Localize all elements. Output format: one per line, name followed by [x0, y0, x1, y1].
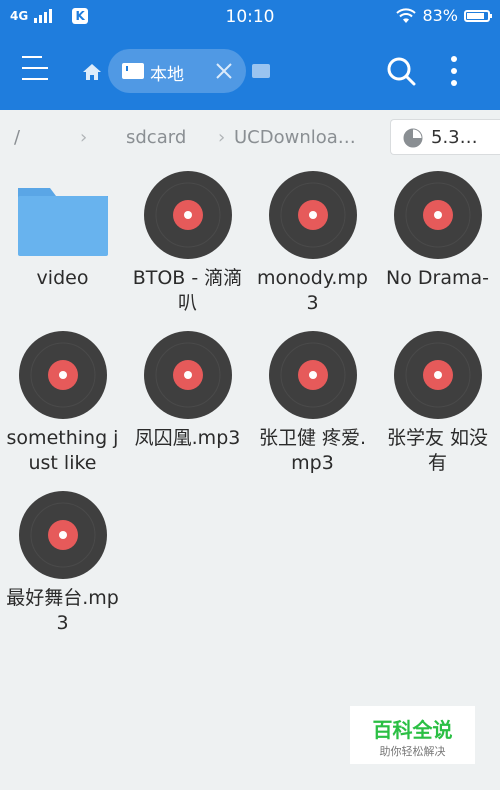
wifi-icon [396, 7, 417, 23]
music-disc-icon [394, 331, 482, 419]
file-item[interactable]: BTOB - 滴滴叭 [125, 170, 250, 320]
music-disc-icon [144, 171, 232, 259]
sdcard-icon [122, 63, 144, 79]
battery-fill [467, 12, 484, 19]
file-item[interactable]: 最好舞台.mp3 [0, 490, 125, 640]
battery-icon [464, 9, 492, 22]
pie-chart-icon [403, 128, 423, 148]
music-disc-icon [19, 491, 107, 579]
battery-percent: 83% [422, 6, 458, 25]
folder-icon [18, 188, 108, 256]
music-disc-icon [269, 171, 357, 259]
file-item[interactable]: video [0, 170, 125, 320]
file-item[interactable]: something just like [0, 330, 125, 480]
music-disc-icon [19, 331, 107, 419]
tab-local[interactable]: 本地 [108, 49, 246, 93]
watermark-logo: 百科全说 助你轻松解决 [350, 706, 475, 764]
close-icon[interactable] [214, 61, 234, 81]
file-name: 张卫健 疼爱.mp3 [258, 427, 367, 474]
file-item[interactable]: monody.mp3 [250, 170, 375, 320]
breadcrumb-ucdownload[interactable]: UCDownloa… [234, 127, 356, 148]
file-item[interactable]: No Drama- [375, 170, 500, 320]
storage-usage-button[interactable]: 5.3… [390, 119, 500, 155]
music-disc-icon [394, 171, 482, 259]
search-icon[interactable] [386, 56, 416, 86]
chevron-right-icon: › [80, 127, 88, 148]
more-options-icon[interactable] [446, 54, 462, 88]
file-name: something just like [6, 427, 119, 474]
file-name: 最好舞台.mp3 [6, 587, 119, 634]
file-item[interactable]: 张卫健 疼爱.mp3 [250, 330, 375, 480]
breadcrumb-sdcard[interactable]: sdcard [126, 127, 186, 148]
app-bar: 本地 [0, 34, 500, 110]
file-name: monody.mp3 [256, 267, 368, 314]
file-item[interactable]: 张学友 如没有 [375, 330, 500, 480]
file-name: No Drama- [386, 267, 489, 289]
storage-tab-icon[interactable] [252, 64, 270, 78]
file-name: 凤囚凰.mp3 [134, 427, 241, 449]
breadcrumb: / › sdcard › UCDownloa… 5.3… [0, 110, 500, 166]
file-name: video [36, 267, 89, 289]
music-disc-icon [144, 331, 232, 419]
status-bar: 4G K 10:10 83% [0, 0, 500, 34]
file-name: 张学友 如没有 [386, 427, 489, 474]
tab-label: 本地 [150, 65, 184, 85]
breadcrumb-root[interactable]: / [14, 127, 20, 148]
file-item[interactable]: 凤囚凰.mp3 [125, 330, 250, 480]
watermark-subtitle: 助你轻松解决 [379, 745, 446, 758]
watermark-title: 百科全说 [372, 718, 453, 742]
file-name: BTOB - 滴滴叭 [132, 267, 243, 314]
home-icon[interactable] [82, 62, 102, 82]
music-disc-icon [269, 331, 357, 419]
chevron-right-icon: › [218, 127, 226, 148]
storage-text: 5.3… [431, 127, 478, 148]
menu-icon[interactable] [22, 56, 52, 86]
